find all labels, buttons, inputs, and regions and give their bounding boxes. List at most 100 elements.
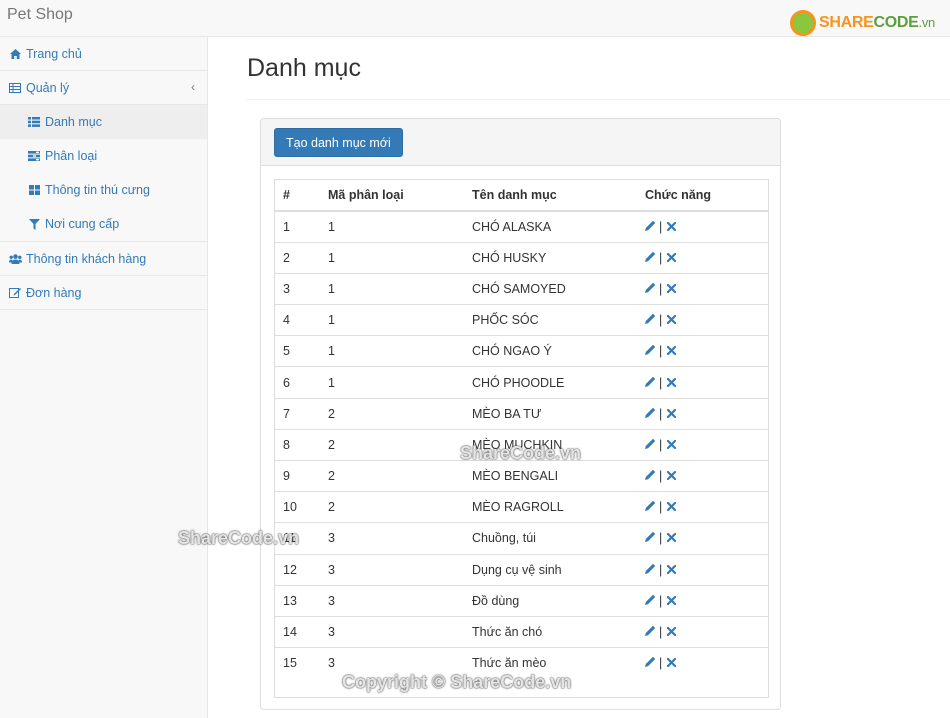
category-name-cell: CHÓ NGAO Ý — [464, 335, 637, 367]
pencil-icon[interactable] — [645, 469, 657, 483]
grid-icon — [27, 184, 41, 196]
brand-title[interactable]: Pet Shop — [7, 6, 73, 24]
row-index-cell: 7 — [275, 397, 320, 430]
remove-icon[interactable] — [667, 344, 677, 358]
table-body: 1 1 CHÓ ALASKA | 2 1 CHÓ HUSKY | 3 1 CHÓ SAMOYED | 4… — [275, 211, 768, 679]
pencil-icon[interactable] — [645, 437, 657, 452]
pencil-icon[interactable] — [645, 281, 657, 296]
edit-icon — [8, 287, 22, 299]
remove-icon[interactable] — [667, 407, 677, 421]
row-index-cell: 10 — [275, 491, 320, 523]
pencil-icon[interactable] — [645, 593, 657, 608]
actions-cell: | — [637, 615, 768, 648]
category-code-cell: 3 — [320, 553, 464, 586]
sidebar-item-trang-chu[interactable]: Trang chủ — [0, 37, 207, 71]
category-code-cell: 2 — [320, 491, 464, 523]
table-row: 11 3 Chuồng, túi | — [275, 522, 768, 555]
action-separator: | — [659, 406, 663, 421]
action-separator: | — [659, 562, 663, 577]
category-code-cell: 2 — [320, 397, 464, 430]
category-table-wrapper: # Mã phân loại Tên danh mục Chức năng 11… — [274, 179, 769, 698]
actions-cell: | — [637, 241, 768, 274]
panel-heading: Tạo danh mục mới — [261, 119, 780, 166]
category-name-cell: Đồ dùng — [464, 584, 637, 617]
actions-cell: | — [637, 553, 768, 586]
remove-icon[interactable] — [667, 531, 677, 545]
remove-icon[interactable] — [667, 313, 677, 327]
page-title: Danh mục — [247, 54, 361, 82]
filter-icon — [27, 218, 41, 230]
category-table: # Mã phân loại Tên danh mục Chức năng 11… — [275, 180, 768, 679]
pencil-icon[interactable] — [645, 562, 657, 577]
category-code-cell: 3 — [320, 647, 464, 679]
table-row: 4 1 PHỐC SÓC | — [275, 304, 768, 336]
column-header: Mã phân loại — [320, 180, 464, 212]
action-separator: | — [659, 656, 663, 671]
category-code-cell: 3 — [320, 522, 464, 555]
actions-cell: | — [637, 272, 768, 305]
remove-icon[interactable] — [667, 220, 677, 234]
actions-cell: | — [637, 304, 768, 336]
table-row: 13 3 Đồ dùng | — [275, 584, 768, 617]
pencil-icon[interactable] — [645, 250, 657, 265]
remove-icon[interactable] — [667, 500, 677, 514]
table-row: 3 1 CHÓ SAMOYED | — [275, 272, 768, 305]
category-name-cell: CHÓ ALASKA — [472, 219, 552, 234]
pencil-icon[interactable] — [645, 406, 657, 421]
row-index-cell: 8 — [275, 428, 320, 461]
sidebar-item-label: Quản lý — [26, 80, 70, 95]
category-code-cell: 1 — [320, 272, 464, 305]
category-name-cell: Thức ăn mèo — [464, 647, 637, 679]
create-category-button[interactable]: Tạo danh mục mới — [274, 128, 403, 157]
actions-cell: | — [637, 459, 768, 492]
actions-cell: | — [637, 584, 768, 617]
table-row: 10 2 MÈO RAGROLL | — [275, 491, 768, 523]
table-row: 12 3 Dụng cụ vệ sinh | — [275, 553, 768, 586]
sidebar-item-don-hang[interactable]: Đơn hàng — [0, 276, 207, 310]
pencil-icon[interactable] — [645, 313, 657, 327]
sidebar-submenu: Danh mục Phân loại Thông tin thú cưng Nơ… — [0, 105, 207, 242]
pencil-icon[interactable] — [645, 656, 657, 670]
table-icon — [8, 82, 22, 94]
sidebar-item-noi-cung-cap[interactable]: Nơi cung cấp — [0, 207, 207, 241]
table-row: 6 1 CHÓ PHOODLE | — [275, 366, 768, 399]
remove-icon[interactable] — [667, 438, 677, 452]
column-header: Chức năng — [637, 180, 768, 212]
sidebar-item-phan-loai[interactable]: Phân loại — [0, 139, 207, 173]
row-index-cell: 1 — [283, 219, 290, 234]
action-separator: | — [659, 625, 663, 640]
pencil-icon[interactable] — [645, 531, 657, 545]
sidebar-item-quan-ly[interactable]: Quản lý ‹ — [0, 71, 207, 105]
action-separator: | — [659, 375, 663, 390]
pencil-icon[interactable] — [645, 500, 657, 514]
pencil-icon[interactable] — [645, 375, 657, 390]
sidebar-item-thong-tin-thu-cung[interactable]: Thông tin thú cưng — [0, 173, 207, 207]
action-separator: | — [659, 437, 663, 452]
sidebar-item-danh-muc[interactable]: Danh mục — [0, 105, 207, 139]
chevron-left-icon[interactable]: ‹ — [191, 80, 195, 94]
category-name-cell: CHÓ HUSKY — [464, 241, 637, 274]
sidebar-item-thong-tin-khach-hang[interactable]: Thông tin khách hàng — [0, 242, 207, 276]
title-divider — [247, 99, 950, 100]
remove-icon[interactable] — [667, 251, 677, 265]
category-code-cell: 1 — [320, 304, 464, 336]
column-header: # — [275, 180, 320, 212]
category-name-cell: MÈO BA TƯ — [464, 397, 637, 430]
category-code-cell: 1 — [320, 335, 464, 367]
remove-icon[interactable] — [667, 282, 677, 296]
pencil-icon[interactable] — [645, 344, 657, 358]
row-index-cell: 13 — [275, 584, 320, 617]
remove-icon[interactable] — [667, 376, 677, 390]
action-separator: | — [659, 250, 663, 265]
remove-icon[interactable] — [667, 563, 677, 577]
remove-icon[interactable] — [667, 656, 677, 670]
remove-icon[interactable] — [667, 625, 677, 639]
row-index-cell: 3 — [275, 272, 320, 305]
category-name-cell: MÈO MUCHKIN — [464, 428, 637, 461]
list-icon — [27, 116, 41, 128]
pencil-icon[interactable] — [645, 219, 657, 234]
remove-icon[interactable] — [667, 469, 677, 483]
pencil-icon[interactable] — [645, 625, 657, 639]
action-separator: | — [659, 469, 663, 484]
remove-icon[interactable] — [667, 594, 677, 608]
